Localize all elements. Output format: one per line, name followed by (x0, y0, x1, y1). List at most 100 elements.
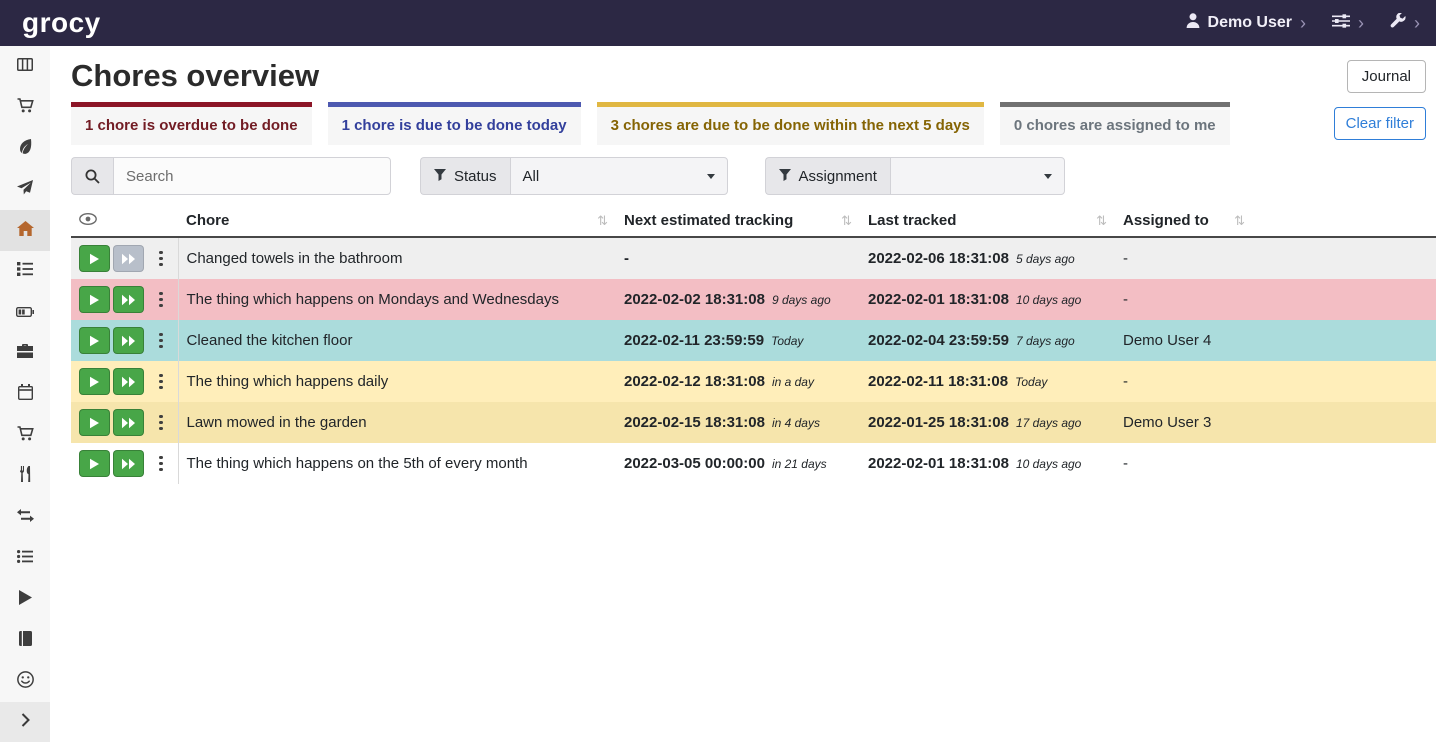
status-select[interactable]: All (510, 157, 728, 195)
sidebar-item-inventory[interactable] (0, 538, 50, 579)
assignment-filter-group: Assignment (765, 157, 1065, 195)
chore-name: Cleaned the kitchen floor (178, 320, 616, 361)
sidebar (0, 46, 50, 742)
sidebar-item-purchase[interactable] (0, 415, 50, 456)
assigned-to: - (1115, 361, 1436, 402)
header-chore[interactable]: Chore⇅ (178, 205, 616, 237)
sidebar-item-chore-tracking[interactable] (0, 579, 50, 620)
clear-filter-button[interactable]: Clear filter (1334, 107, 1426, 140)
sidebar-item-recipes[interactable] (0, 128, 50, 169)
journal-button[interactable]: Journal (1347, 60, 1426, 93)
user-menu-label: Demo User (1208, 14, 1292, 32)
sidebar-item-transfer[interactable] (0, 497, 50, 538)
sidebar-toggle[interactable] (0, 702, 50, 742)
assigned-to: - (1115, 237, 1436, 279)
table-row: Lawn mowed in the garden2022-02-15 18:31… (71, 402, 1436, 443)
assigned-to: Demo User 3 (1115, 402, 1436, 443)
assignment-select[interactable] (890, 157, 1065, 195)
next-estimated-tracking: 2022-02-12 18:31:08in a day (616, 361, 860, 402)
list-check-icon (17, 262, 33, 281)
chores-table: Chore⇅ Next estimated tracking⇅ Last tra… (71, 205, 1436, 484)
track-execution-button[interactable] (79, 368, 110, 395)
row-menu-button[interactable] (153, 245, 170, 272)
table-row: Changed towels in the bathroom-2022-02-0… (71, 237, 1436, 279)
sidebar-item-stock-overview[interactable] (0, 46, 50, 87)
row-menu-button[interactable] (153, 450, 170, 477)
assignment-filter-label: Assignment (799, 168, 877, 185)
sidebar-item-equipment[interactable] (0, 333, 50, 374)
assigned-to: - (1115, 443, 1436, 484)
caret-down-icon (1044, 174, 1052, 179)
skip-execution-button[interactable] (113, 245, 144, 272)
track-execution-button[interactable] (79, 409, 110, 436)
search-input[interactable] (113, 157, 391, 195)
status-banner-due-today[interactable]: 1 chore is due to be done today (328, 102, 581, 145)
column-visibility-toggle[interactable] (71, 205, 178, 237)
tools-menu[interactable]: › (1390, 13, 1420, 34)
sidebar-item-shopping-list[interactable] (0, 87, 50, 128)
eye-icon (79, 212, 97, 229)
sidebar-item-meal-plan[interactable] (0, 169, 50, 210)
chore-name: The thing which happens daily (178, 361, 616, 402)
home-icon (17, 221, 34, 241)
header-assigned-to[interactable]: Assigned to⇅ (1115, 205, 1436, 237)
status-banner-overdue[interactable]: 1 chore is overdue to be done (71, 102, 312, 145)
settings-menu[interactable]: › (1332, 14, 1364, 33)
sidebar-item-calendar[interactable] (0, 374, 50, 415)
sidebar-item-chores-overview[interactable] (0, 210, 50, 251)
sidebar-item-user[interactable] (0, 661, 50, 702)
user-menu[interactable]: Demo User › (1186, 13, 1306, 33)
next-estimated-tracking: 2022-02-11 23:59:59Today (616, 320, 860, 361)
next-estimated-tracking: - (616, 237, 860, 279)
track-execution-button[interactable] (79, 327, 110, 354)
skip-execution-button[interactable] (113, 368, 144, 395)
sort-arrows-icon: ⇅ (841, 213, 852, 229)
status-banner-assigned-to-me[interactable]: 0 chores are assigned to me (1000, 102, 1230, 145)
skip-execution-button[interactable] (113, 450, 144, 477)
next-estimated-tracking: 2022-02-15 18:31:08in 4 days (616, 402, 860, 443)
table-row: Cleaned the kitchen floor2022-02-11 23:5… (71, 320, 1436, 361)
last-tracked: 2022-02-01 18:31:0810 days ago (860, 279, 1115, 320)
sidebar-item-batteries-overview[interactable] (0, 292, 50, 333)
track-execution-button[interactable] (79, 286, 110, 313)
status-banner-due-soon[interactable]: 3 chores are due to be done within the n… (597, 102, 984, 145)
sort-arrows-icon: ⇅ (597, 213, 608, 229)
columns-icon (17, 58, 33, 76)
chores-table-body: Changed towels in the bathroom-2022-02-0… (71, 237, 1436, 484)
sidebar-item-tasks[interactable] (0, 251, 50, 292)
last-tracked: 2022-02-01 18:31:0810 days ago (860, 443, 1115, 484)
chore-name: The thing which happens on Mondays and W… (178, 279, 616, 320)
exchange-arrows-icon (17, 509, 34, 527)
main-content: Chores overview Journal 1 chore is overd… (50, 46, 1436, 742)
leaf-icon (19, 138, 32, 159)
last-tracked: 2022-01-25 18:31:0817 days ago (860, 402, 1115, 443)
calendar-icon (18, 384, 33, 405)
paper-plane-icon (17, 180, 33, 200)
book-icon (19, 631, 32, 651)
last-tracked: 2022-02-06 18:31:085 days ago (860, 237, 1115, 279)
status-filter-group: Status All (420, 157, 728, 195)
header-next-estimated-tracking[interactable]: Next estimated tracking⇅ (616, 205, 860, 237)
track-execution-button[interactable] (79, 245, 110, 272)
play-icon (19, 590, 32, 610)
filter-bar: Status All Assignment (50, 145, 1436, 195)
caret-down-icon (707, 174, 715, 179)
header-last-tracked[interactable]: Last tracked⇅ (860, 205, 1115, 237)
sidebar-item-consume[interactable] (0, 456, 50, 497)
grocy-logo[interactable]: grocy (22, 7, 101, 39)
user-icon (1186, 13, 1200, 33)
chore-name: The thing which happens on the 5th of ev… (178, 443, 616, 484)
row-menu-button[interactable] (153, 368, 170, 395)
cart-icon (17, 98, 34, 118)
skip-execution-button[interactable] (113, 327, 144, 354)
skip-execution-button[interactable] (113, 286, 144, 313)
row-menu-button[interactable] (153, 327, 170, 354)
sidebar-item-battery-tracking[interactable] (0, 620, 50, 661)
row-menu-button[interactable] (153, 286, 170, 313)
toolbox-icon (17, 344, 33, 363)
table-header-row: Chore⇅ Next estimated tracking⇅ Last tra… (71, 205, 1436, 237)
row-menu-button[interactable] (153, 409, 170, 436)
skip-execution-button[interactable] (113, 409, 144, 436)
magnifier-icon (71, 157, 113, 195)
track-execution-button[interactable] (79, 450, 110, 477)
